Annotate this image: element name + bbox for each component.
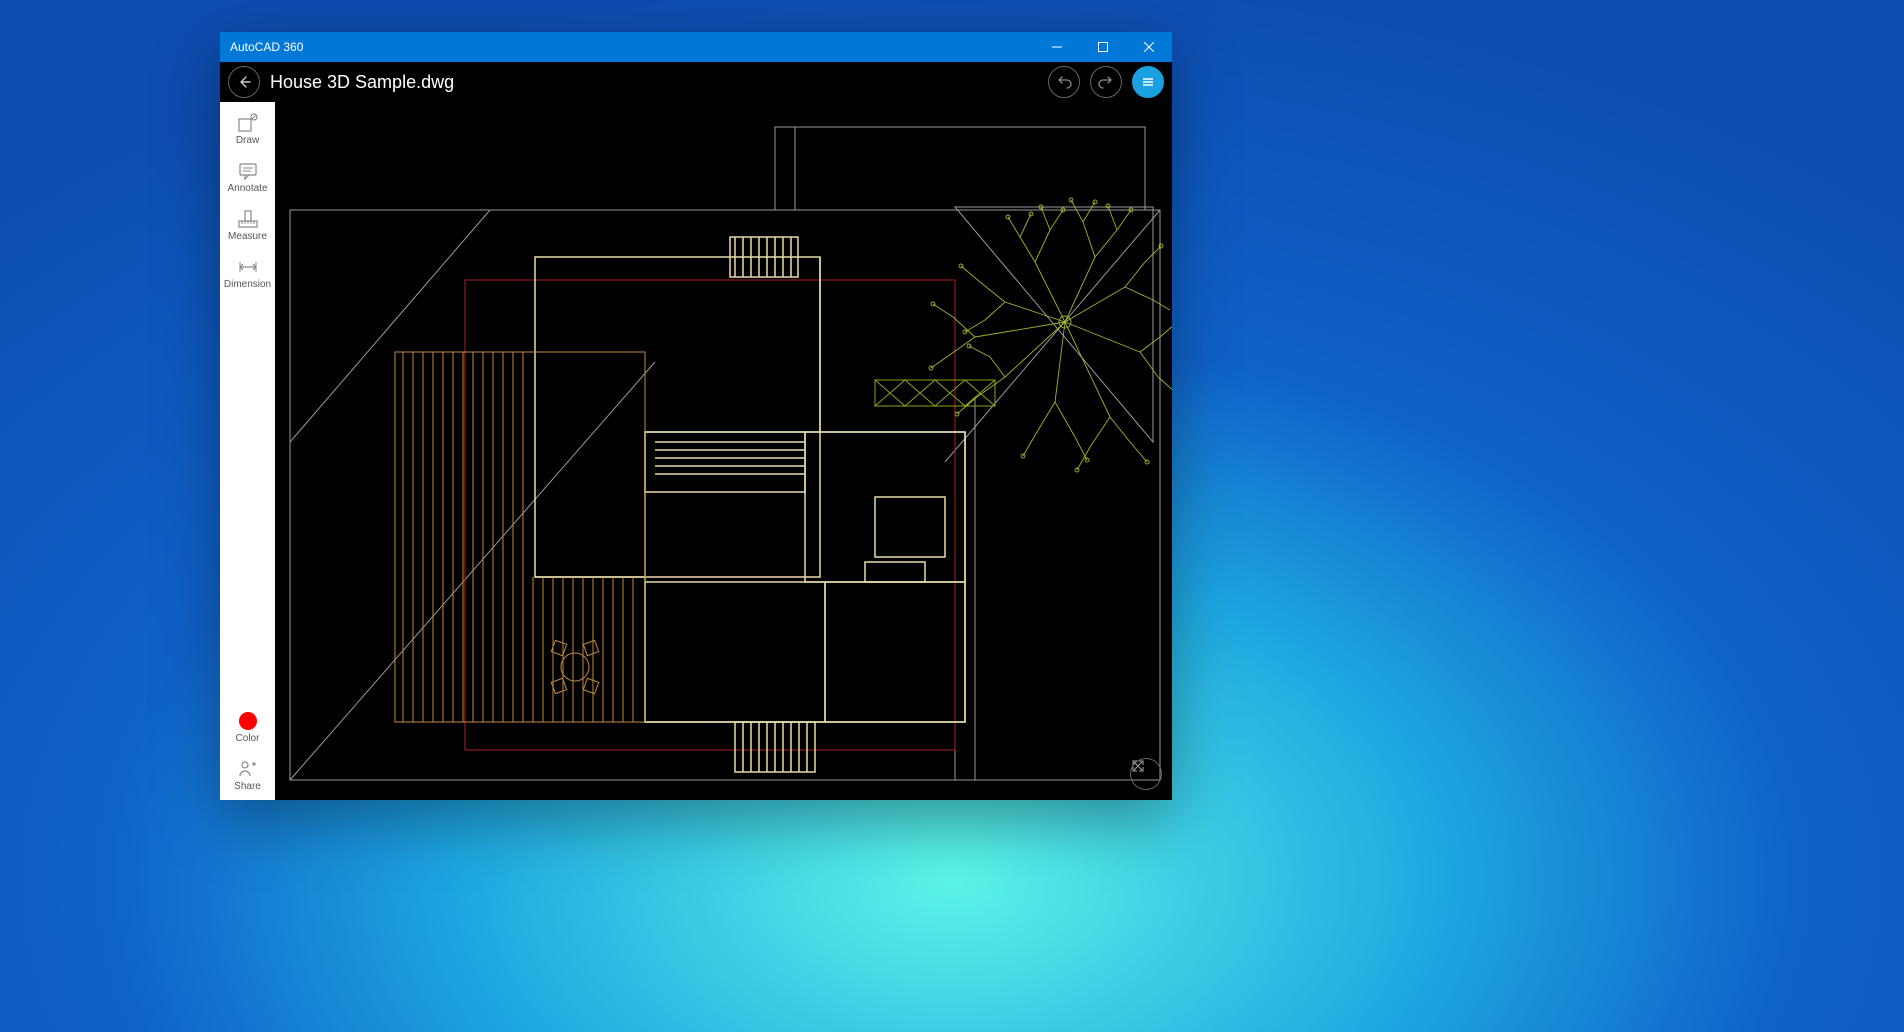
tool-label: Annotate (227, 184, 267, 194)
annotate-icon (236, 160, 260, 182)
cad-drawing (275, 102, 1172, 800)
app-content: House 3D Sample.dwg Draw Annotate (220, 62, 1172, 800)
tool-sidebar: Draw Annotate Measure Dimension Col (220, 102, 275, 800)
menu-button[interactable] (1132, 66, 1164, 98)
maximize-button[interactable] (1080, 32, 1126, 62)
tool-label: Measure (228, 232, 267, 242)
tool-label: Color (236, 734, 260, 744)
back-button[interactable] (228, 66, 260, 98)
drawing-canvas[interactable] (275, 102, 1172, 800)
share-icon (236, 758, 260, 780)
app-window: AutoCAD 360 House 3D Sample.dwg (220, 32, 1172, 800)
close-button[interactable] (1126, 32, 1172, 62)
tool-label: Share (234, 782, 261, 792)
app-header: House 3D Sample.dwg (220, 62, 1172, 102)
color-icon (236, 710, 260, 732)
tool-share[interactable]: Share (220, 752, 275, 800)
window-title: AutoCAD 360 (230, 40, 1034, 54)
minimize-button[interactable] (1034, 32, 1080, 62)
tool-label: Draw (236, 136, 259, 146)
fullscreen-button[interactable] (1130, 758, 1162, 790)
redo-button[interactable] (1090, 66, 1122, 98)
tool-annotate[interactable]: Annotate (220, 154, 275, 202)
file-name: House 3D Sample.dwg (270, 72, 454, 93)
tool-draw[interactable]: Draw (220, 106, 275, 154)
tool-dimension[interactable]: Dimension (220, 250, 275, 298)
tool-color[interactable]: Color (220, 704, 275, 752)
draw-icon (236, 112, 260, 134)
dimension-icon (236, 256, 260, 278)
measure-icon (236, 208, 260, 230)
titlebar[interactable]: AutoCAD 360 (220, 32, 1172, 62)
undo-button[interactable] (1048, 66, 1080, 98)
tool-measure[interactable]: Measure (220, 202, 275, 250)
tool-label: Dimension (224, 280, 271, 290)
main-area: Draw Annotate Measure Dimension Col (220, 102, 1172, 800)
